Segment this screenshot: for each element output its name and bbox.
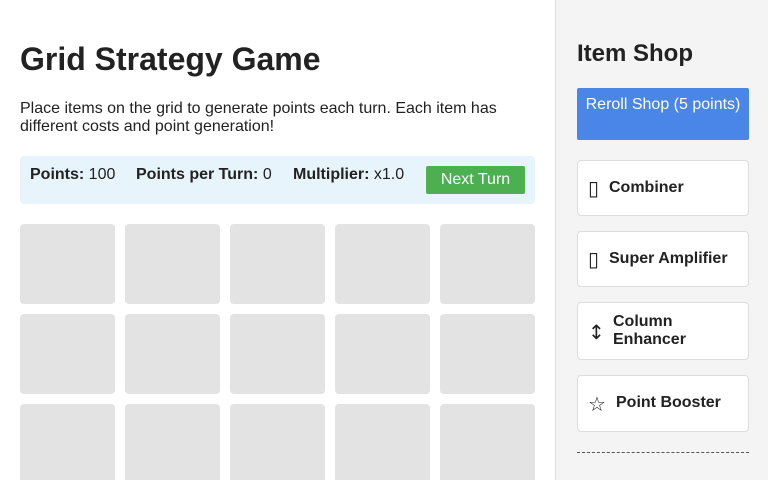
multiplier-label: Multiplier:: [293, 166, 370, 183]
reroll-shop-button[interactable]: Reroll Shop (5 points): [577, 88, 749, 140]
grid-cell[interactable]: [335, 404, 430, 480]
grid-cell[interactable]: [20, 404, 115, 480]
grid-cell[interactable]: [335, 224, 430, 304]
grid-cell[interactable]: [440, 224, 535, 304]
grid-cell[interactable]: [125, 404, 220, 480]
page-title: Grid Strategy Game: [20, 41, 321, 77]
shop-item-point-booster[interactable]: ☆ Point Booster: [577, 375, 749, 432]
combiner-icon: ▯: [588, 176, 600, 200]
shop-item-super-amplifier[interactable]: ▯ Super Amplifier: [577, 231, 749, 287]
grid-cell[interactable]: [20, 314, 115, 394]
up-down-arrow-icon: ↕: [588, 320, 605, 344]
points-per-turn-value: 0: [262, 166, 272, 183]
game-description: Place items on the grid to generate poin…: [20, 100, 497, 135]
points-per-turn-label: Points per Turn:: [136, 166, 259, 183]
shop-item-label: Super Amplifier: [609, 250, 728, 267]
shop-item-combiner[interactable]: ▯ Combiner: [577, 160, 749, 216]
star-icon: ☆: [588, 392, 606, 416]
shop-item-column-enhancer[interactable]: ↕ Column Enhancer: [577, 302, 749, 360]
multiplier-stat: Multiplier: x1.0: [293, 166, 404, 184]
grid-cell[interactable]: [125, 224, 220, 304]
points-label: Points:: [30, 166, 85, 183]
points-value: 100: [88, 166, 116, 183]
points-per-turn-stat: Points per Turn: 0: [136, 166, 272, 184]
grid-cell[interactable]: [20, 224, 115, 304]
grid-cell[interactable]: [440, 314, 535, 394]
shop-item-label: Column Enhancer: [613, 313, 686, 348]
grid-cell[interactable]: [230, 314, 325, 394]
multiplier-value: x1.0: [373, 166, 405, 183]
shop-item-label: Point Booster: [616, 394, 721, 411]
item-shop-sidebar: Item Shop Reroll Shop (5 points) ▯ Combi…: [555, 0, 768, 480]
grid-cell[interactable]: [335, 314, 430, 394]
grid-cell[interactable]: [440, 404, 535, 480]
grid-cell[interactable]: [230, 224, 325, 304]
divider: [577, 452, 749, 453]
next-turn-button[interactable]: Next Turn: [426, 166, 525, 194]
points-stat: Points: 100: [30, 166, 115, 184]
super-amplifier-icon: ▯: [588, 247, 600, 271]
shop-item-label: Combiner: [609, 179, 684, 196]
shop-title: Item Shop: [577, 40, 694, 67]
grid-cell[interactable]: [125, 314, 220, 394]
grid-cell[interactable]: [230, 404, 325, 480]
